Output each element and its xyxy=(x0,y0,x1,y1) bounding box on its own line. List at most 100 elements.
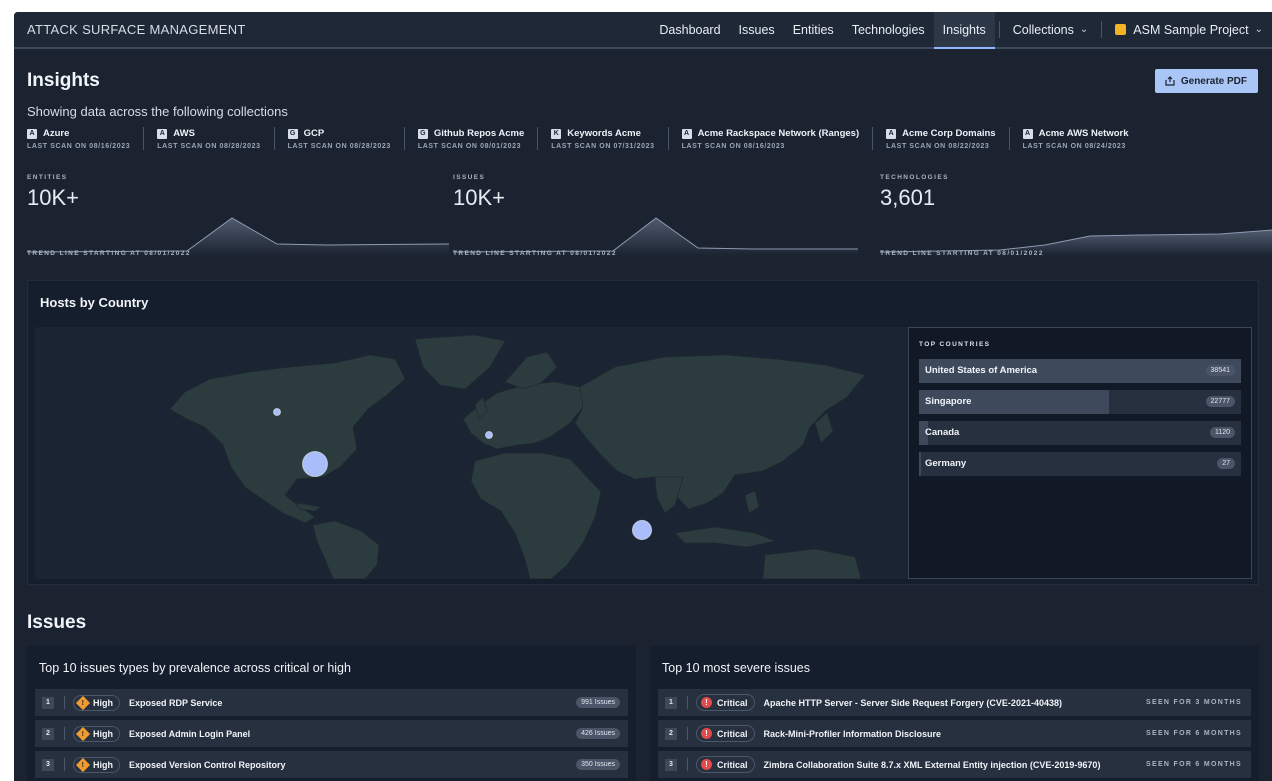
nav-issues[interactable]: Issues xyxy=(730,12,784,47)
row-divider xyxy=(64,758,65,771)
issue-row[interactable]: 3 ! Critical Zimbra Collaboration Suite 8… xyxy=(658,751,1251,778)
nav-technologies[interactable]: Technologies xyxy=(843,12,934,47)
country-name: United States of America xyxy=(925,365,1038,376)
severity-label: Critical xyxy=(717,759,748,770)
warning-diamond-icon: ! xyxy=(75,726,91,741)
warning-diamond-icon: ! xyxy=(75,695,91,710)
collection-name: Github Repos Acme xyxy=(433,128,525,139)
country-bubble[interactable] xyxy=(302,451,328,477)
critical-alert-icon: ! xyxy=(701,697,712,708)
country-count: 1120 xyxy=(1209,427,1235,438)
collection-item[interactable]: G GCP LAST SCAN ON 08/28/2023 xyxy=(273,127,404,150)
collection-last-scan: LAST SCAN ON 08/28/2023 xyxy=(157,143,261,150)
country-name: Singapore xyxy=(925,396,972,407)
critical-alert-icon: ! xyxy=(701,759,712,770)
project-selector[interactable]: ASM Sample Project ⌄ xyxy=(1106,12,1272,47)
severity-label: Critical xyxy=(717,728,748,739)
collection-item[interactable]: A Acme Corp Domains LAST SCAN ON 08/22/20… xyxy=(872,127,1008,150)
issue-title: Zimbra Collaboration Suite 8.7.x XML Ext… xyxy=(763,759,1101,770)
north-america-landmass xyxy=(169,354,406,524)
issue-title: Exposed Admin Login Panel xyxy=(129,728,251,739)
collection-item[interactable]: A Azure LAST SCAN ON 08/16/2023 xyxy=(27,127,143,150)
stat-issues[interactable]: ISSUES 10K+ xyxy=(453,174,875,256)
collection-name: Acme Corp Domains xyxy=(902,128,996,139)
severity-badge: ! High xyxy=(73,725,120,742)
project-icon xyxy=(1115,24,1127,35)
collection-badge: G xyxy=(287,128,298,139)
collection-item[interactable]: G Github Repos Acme LAST SCAN ON 08/01/20… xyxy=(403,127,537,150)
severity-label: Critical xyxy=(717,697,748,708)
issue-count-badge: 991 Issues xyxy=(576,697,620,708)
issue-title: Apache HTTP Server - Server Side Request… xyxy=(763,697,1062,708)
collection-item[interactable]: A AWS LAST SCAN ON 08/28/2023 xyxy=(143,127,273,150)
stat-value: 10K+ xyxy=(27,185,79,210)
row-divider xyxy=(687,696,688,709)
nav-dashboard[interactable]: Dashboard xyxy=(650,12,729,47)
rank-number: 2 xyxy=(665,727,677,740)
issues-section-title: Issues xyxy=(27,612,87,633)
stat-label: ISSUES xyxy=(453,174,486,181)
severity-label: High xyxy=(93,728,113,739)
main-nav: Dashboard Issues Entities Technologies I… xyxy=(650,12,1272,49)
country-count: 38541 xyxy=(1205,365,1235,376)
issue-title: Rack-Mini-Profiler Information Disclosur… xyxy=(763,728,942,739)
stat-label: ENTITIES xyxy=(27,174,68,181)
country-bubble[interactable] xyxy=(631,519,653,541)
warning-diamond-icon: ! xyxy=(75,757,91,772)
stat-value: 3,601 xyxy=(880,185,936,210)
rank-number: 3 xyxy=(42,758,54,771)
collections-subtitle: Showing data across the following collec… xyxy=(27,104,288,119)
country-count: 22777 xyxy=(1205,396,1235,407)
issue-row[interactable]: 1 ! High Exposed RDP Service 991 Issues xyxy=(35,689,628,716)
country-row[interactable]: United States of America 38541 xyxy=(919,359,1241,383)
country-bubble[interactable] xyxy=(273,408,281,416)
africa-landmass xyxy=(470,452,602,579)
collection-name: AWS xyxy=(173,128,195,139)
collection-badge: A xyxy=(27,128,37,139)
trend-caption: TREND LINE STARTING AT 08/01/2022 xyxy=(880,250,1044,257)
country-bubble[interactable] xyxy=(485,431,493,439)
rank-number: 1 xyxy=(665,696,677,709)
country-row[interactable]: Canada 1120 xyxy=(919,421,1241,445)
export-icon xyxy=(1165,76,1175,86)
issue-row[interactable]: 2 ! Critical Rack-Mini-Profiler Informati… xyxy=(658,720,1251,747)
world-map[interactable] xyxy=(35,327,908,579)
severe-panel-title: Top 10 most severe issues xyxy=(662,661,810,675)
collection-item[interactable]: A Acme AWS Network LAST SCAN ON 08/24/202… xyxy=(1008,127,1142,150)
issue-row[interactable]: 3 ! High Exposed Version Control Reposito… xyxy=(35,751,628,778)
philippines-landmass xyxy=(744,490,760,514)
collection-badge: A xyxy=(1022,128,1033,139)
row-divider xyxy=(64,696,65,709)
severity-badge: ! High xyxy=(73,756,120,773)
issue-row[interactable]: 2 ! High Exposed Admin Login Panel 426 Is… xyxy=(35,720,628,747)
nav-collections-dropdown[interactable]: Collections ⌄ xyxy=(1004,12,1098,47)
country-name: Canada xyxy=(925,427,960,438)
collection-item[interactable]: A Acme Rackspace Network (Ranges) LAST SC… xyxy=(667,127,873,150)
stat-technologies[interactable]: TECHNOLOGIES 3,601 xyxy=(880,174,1272,256)
collection-name: Keywords Acme xyxy=(567,128,641,139)
nav-entities[interactable]: Entities xyxy=(784,12,843,47)
nav-insights[interactable]: Insights xyxy=(933,12,995,49)
app-window: ATTACK SURFACE MANAGEMENT Dashboard Issu… xyxy=(14,12,1272,781)
stat-entities[interactable]: ENTITIES 10K+ xyxy=(27,174,449,256)
collection-name: Acme AWS Network xyxy=(1038,128,1129,139)
country-row[interactable]: Germany 27 xyxy=(919,452,1241,476)
collection-item[interactable]: K Keywords Acme LAST SCAN ON 07/31/2023 xyxy=(537,127,667,150)
rank-number: 3 xyxy=(665,758,677,771)
collection-badge: A xyxy=(681,128,692,139)
row-divider xyxy=(687,758,688,771)
australia-landmass xyxy=(762,548,862,579)
severity-label: High xyxy=(93,759,113,770)
severity-badge: ! Critical xyxy=(696,756,755,773)
app-brand: ATTACK SURFACE MANAGEMENT xyxy=(27,22,246,37)
collection-badge: A xyxy=(886,128,897,139)
collection-name: Azure xyxy=(43,128,70,139)
country-row[interactable]: Singapore 22777 xyxy=(919,390,1241,414)
hosts-by-country-card: Hosts by Country TOP COUNTRIES United St… xyxy=(27,280,1259,585)
collection-badge: G xyxy=(417,128,428,139)
issue-count-badge: 350 Issues xyxy=(576,759,620,770)
issue-row[interactable]: 1 ! Critical Apache HTTP Server - Server … xyxy=(658,689,1251,716)
generate-pdf-button[interactable]: Generate PDF xyxy=(1154,69,1258,93)
severity-label: High xyxy=(93,697,113,708)
collection-last-scan: LAST SCAN ON 08/16/2023 xyxy=(681,143,785,150)
